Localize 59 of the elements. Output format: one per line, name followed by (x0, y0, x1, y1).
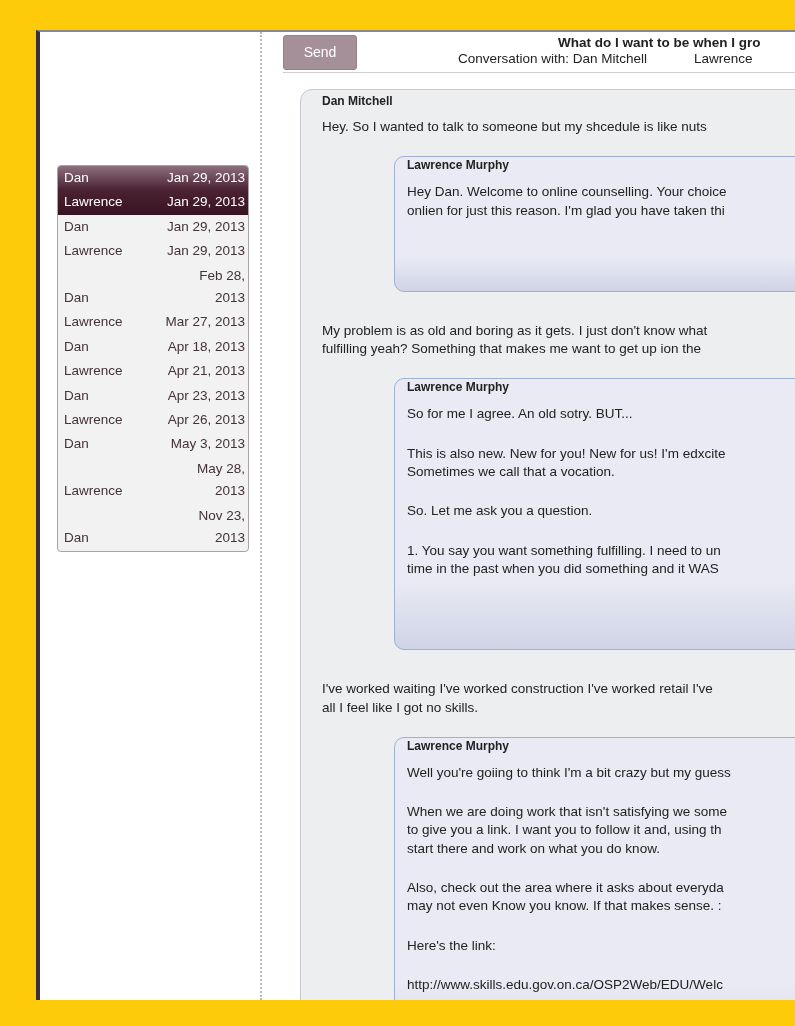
session-date: Apr 18, 2013 (167, 337, 245, 356)
session-item[interactable]: Dan Jan 29, 2013 (58, 214, 248, 240)
session-author: Lawrence (64, 313, 123, 332)
message-text: Also, check out the area where it asks about everyda may not even Know you know. If that makes sense. : (407, 879, 725, 916)
session-date: Jan 29, 2013 (166, 169, 245, 187)
session-item[interactable]: Lawrence Mar 27, 2013 (58, 310, 248, 335)
session-author: Dan (64, 289, 89, 308)
author-name: Dan Mitchell (322, 94, 394, 108)
session-item[interactable]: Dan Apr 18, 2013 (58, 334, 248, 360)
session-date: May 28, 2013 (196, 459, 245, 501)
message-text: I've worked waiting I've worked construction I've worked retail I've all I feel like I got no skills. (322, 680, 714, 717)
session-date: May 3, 2013 (170, 435, 245, 454)
session-author: Dan (64, 217, 89, 236)
author-name: Lawrence Murphy (407, 380, 511, 395)
session-item[interactable]: Lawrence Apr 26, 2013 (58, 408, 248, 433)
author-name: Lawrence Murphy (407, 738, 511, 753)
message-text: Hey. So I wanted to talk to someone but my shcedule is like nuts (322, 118, 708, 136)
author-name: Lawrence Murphy (407, 158, 511, 173)
session-date: Apr 21, 2013 (167, 362, 245, 381)
session-author: Lawrence (64, 193, 123, 212)
session-date: Jan 29, 2013 (166, 242, 245, 261)
session-date: Apr 23, 2013 (167, 386, 245, 405)
session-author: Lawrence (64, 242, 123, 261)
session-author: Dan (64, 386, 89, 405)
session-author: Lawrence (64, 482, 123, 501)
session-date: Jan 29, 2013 (166, 217, 245, 236)
message-text: http://www.skills.edu.gov.on.ca/OSP2Web/EDU/Welc (407, 975, 724, 994)
session-date: Mar 27, 2013 (165, 313, 245, 332)
session-author: Lawrence (64, 411, 123, 430)
session-item[interactable]: Dan May 3, 2013 (58, 432, 248, 457)
session-author: Dan (64, 169, 89, 187)
message-text: So for me I agree. An old sotry. BUT... (407, 405, 634, 424)
session-author: Dan (64, 435, 89, 454)
session-item[interactable]: Dan Apr 23, 2013 (58, 383, 248, 409)
session-item[interactable]: Dan Feb 28, 2013 (58, 263, 248, 311)
conversation-title: What do I want to be when I gro (558, 35, 761, 51)
session-author: Lawrence (64, 362, 123, 381)
session-date: Nov 23, 2013 (198, 506, 245, 548)
session-date: Jan 29, 2013 (166, 193, 245, 212)
message-text: When we are doing work that isn't satisfying we some to give you a link. I want you to follow it and, using th start there and work on what you do know. (407, 803, 728, 858)
message-text: This is also new. New for you! New for us! I'm edxcite Sometimes we call that a vocation. (407, 444, 727, 482)
session-date: Feb 28, 2013 (199, 266, 245, 308)
session-item[interactable]: Lawrence Apr 21, 2013 (58, 359, 248, 384)
session-item[interactable]: Dan Jan 29, 2013 (58, 166, 248, 191)
session-item[interactable]: Dan Nov 23, 2013 (58, 503, 248, 551)
message-text: My problem is as old and boring as it gets. I just don't know what fulfilling yeah? Something that makes me want to get up ion the (322, 321, 709, 359)
session-item[interactable]: Lawrence Jan 29, 2013 (58, 190, 248, 215)
session-date: Apr 26, 2013 (167, 411, 245, 430)
message-text: Here's the link: (407, 936, 497, 955)
message-text: Well you're goiing to think I'm a bit crazy but my guess (407, 763, 732, 782)
message-text: 1. You say you want something fulfilling. I need to un time in the past when you did something and it WAS (407, 541, 722, 578)
session-author: Dan (64, 337, 89, 356)
message-text: Hey Dan. Welcome to online counselling. Your choice onlien for just this reason. I'm glad you have taken thi (407, 183, 728, 220)
session-item[interactable]: Lawrence May 28, 2013 (58, 456, 248, 504)
message-text: So. Let me ask you a question. (407, 502, 594, 521)
counsellor-name: Lawrence (694, 51, 753, 67)
conversation-with-label: Conversation with: Dan Mitchell (458, 51, 648, 67)
session-author: Dan (64, 529, 89, 548)
session-item[interactable]: Lawrence Jan 29, 2013 (58, 239, 248, 264)
